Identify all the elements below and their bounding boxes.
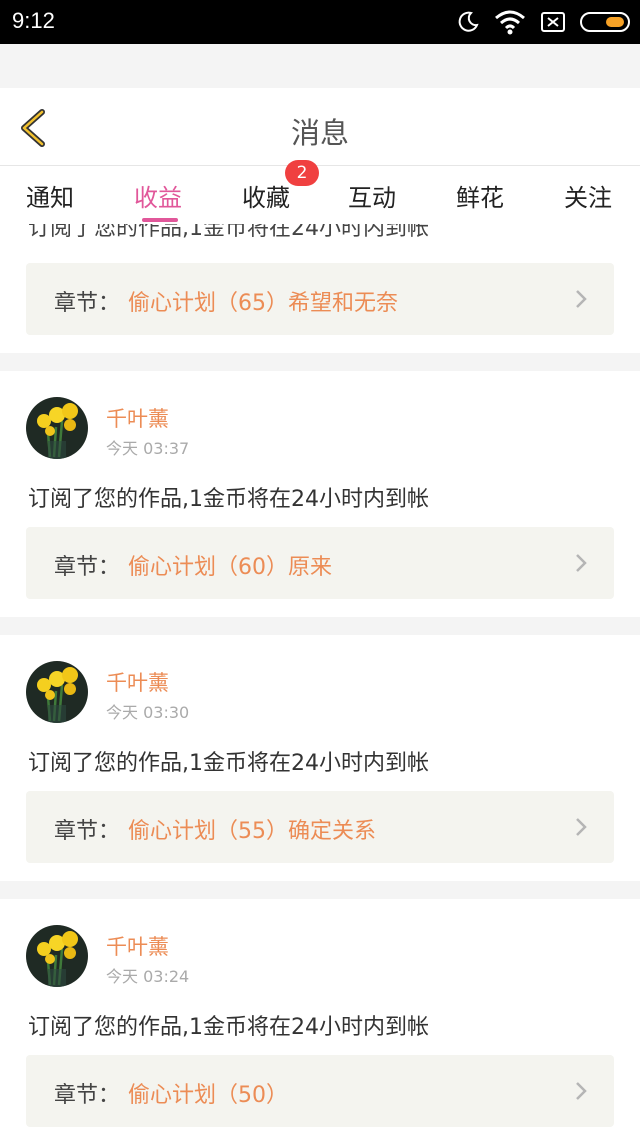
- chapter-title: 偷心计划（60）原来: [128, 555, 332, 580]
- chapter-link[interactable]: 章节： 偷心计划（60）原来: [26, 527, 614, 599]
- list-item: 千叶薰 今天 03:30 订阅了您的作品,1金币将在24小时内到帐 章节： 偷心…: [0, 635, 640, 881]
- list-item: 订阅了您的作品,1金币将在24小时内到帐 章节： 偷心计划（65）希望和无奈: [0, 224, 640, 353]
- battery-icon: [580, 12, 630, 32]
- status-icons: [456, 8, 630, 36]
- chapter-title: 偷心计划（50）: [128, 1083, 288, 1108]
- page-title: 消息: [290, 116, 349, 150]
- tab-bar: 通知 收益 收藏 2 互动 鲜花 关注: [0, 160, 640, 224]
- chapter-label: 章节：: [54, 1083, 121, 1108]
- tab-notifications[interactable]: 通知: [26, 178, 74, 213]
- timestamp: 今天 03:30: [106, 703, 190, 722]
- avatar[interactable]: [26, 661, 88, 723]
- message-text: 订阅了您的作品,1金币将在24小时内到帐: [28, 1015, 429, 1040]
- moon-icon: [458, 11, 479, 32]
- avatar[interactable]: [26, 397, 88, 459]
- favorites-badge: 2: [285, 160, 319, 186]
- chapter-link[interactable]: 章节： 偷心计划（55）确定关系: [26, 791, 614, 863]
- active-tab-indicator: [142, 218, 178, 222]
- chevron-right-icon: [576, 1082, 587, 1100]
- message-text: 订阅了您的作品,1金币将在24小时内到帐: [28, 224, 429, 241]
- tab-follows[interactable]: 关注: [564, 178, 612, 213]
- status-time: 9:12: [12, 8, 55, 33]
- avatar[interactable]: [26, 925, 88, 987]
- chapter-title: 偷心计划（55）确定关系: [128, 819, 376, 844]
- timestamp: 今天 03:37: [106, 439, 190, 458]
- author-name[interactable]: 千叶薰: [106, 667, 169, 697]
- list-item: 千叶薰 今天 03:37 订阅了您的作品,1金币将在24小时内到帐 章节： 偷心…: [0, 371, 640, 617]
- chevron-right-icon: [576, 818, 587, 836]
- author-name[interactable]: 千叶薰: [106, 931, 169, 961]
- timestamp: 今天 03:24: [106, 967, 190, 986]
- chapter-label: 章节：: [54, 291, 121, 316]
- chapter-link[interactable]: 章节： 偷心计划（65）希望和无奈: [26, 263, 614, 335]
- app-header: 消息: [0, 88, 640, 166]
- chevron-right-icon: [576, 554, 587, 572]
- message-text: 订阅了您的作品,1金币将在24小时内到帐: [28, 487, 429, 512]
- tab-favorites[interactable]: 收藏: [242, 178, 290, 213]
- chapter-title: 偷心计划（65）希望和无奈: [128, 291, 398, 316]
- status-bar: 9:12: [0, 0, 640, 44]
- tab-earnings[interactable]: 收益: [134, 178, 182, 213]
- message-list[interactable]: 订阅了您的作品,1金币将在24小时内到帐 章节： 偷心计划（65）希望和无奈 千…: [0, 224, 640, 1138]
- message-text: 订阅了您的作品,1金币将在24小时内到帐: [28, 751, 429, 776]
- tab-interactions[interactable]: 互动: [348, 178, 396, 213]
- no-sim-icon: [541, 12, 565, 32]
- chapter-link[interactable]: 章节： 偷心计划（50）: [26, 1055, 614, 1127]
- author-name[interactable]: 千叶薰: [106, 403, 169, 433]
- wifi-icon: [495, 10, 525, 35]
- chapter-label: 章节：: [54, 555, 121, 580]
- chapter-label: 章节：: [54, 819, 121, 844]
- chevron-right-icon: [576, 290, 587, 308]
- list-item: 千叶薰 今天 03:24 订阅了您的作品,1金币将在24小时内到帐 章节： 偷心…: [0, 899, 640, 1138]
- tab-flowers[interactable]: 鲜花: [456, 178, 504, 213]
